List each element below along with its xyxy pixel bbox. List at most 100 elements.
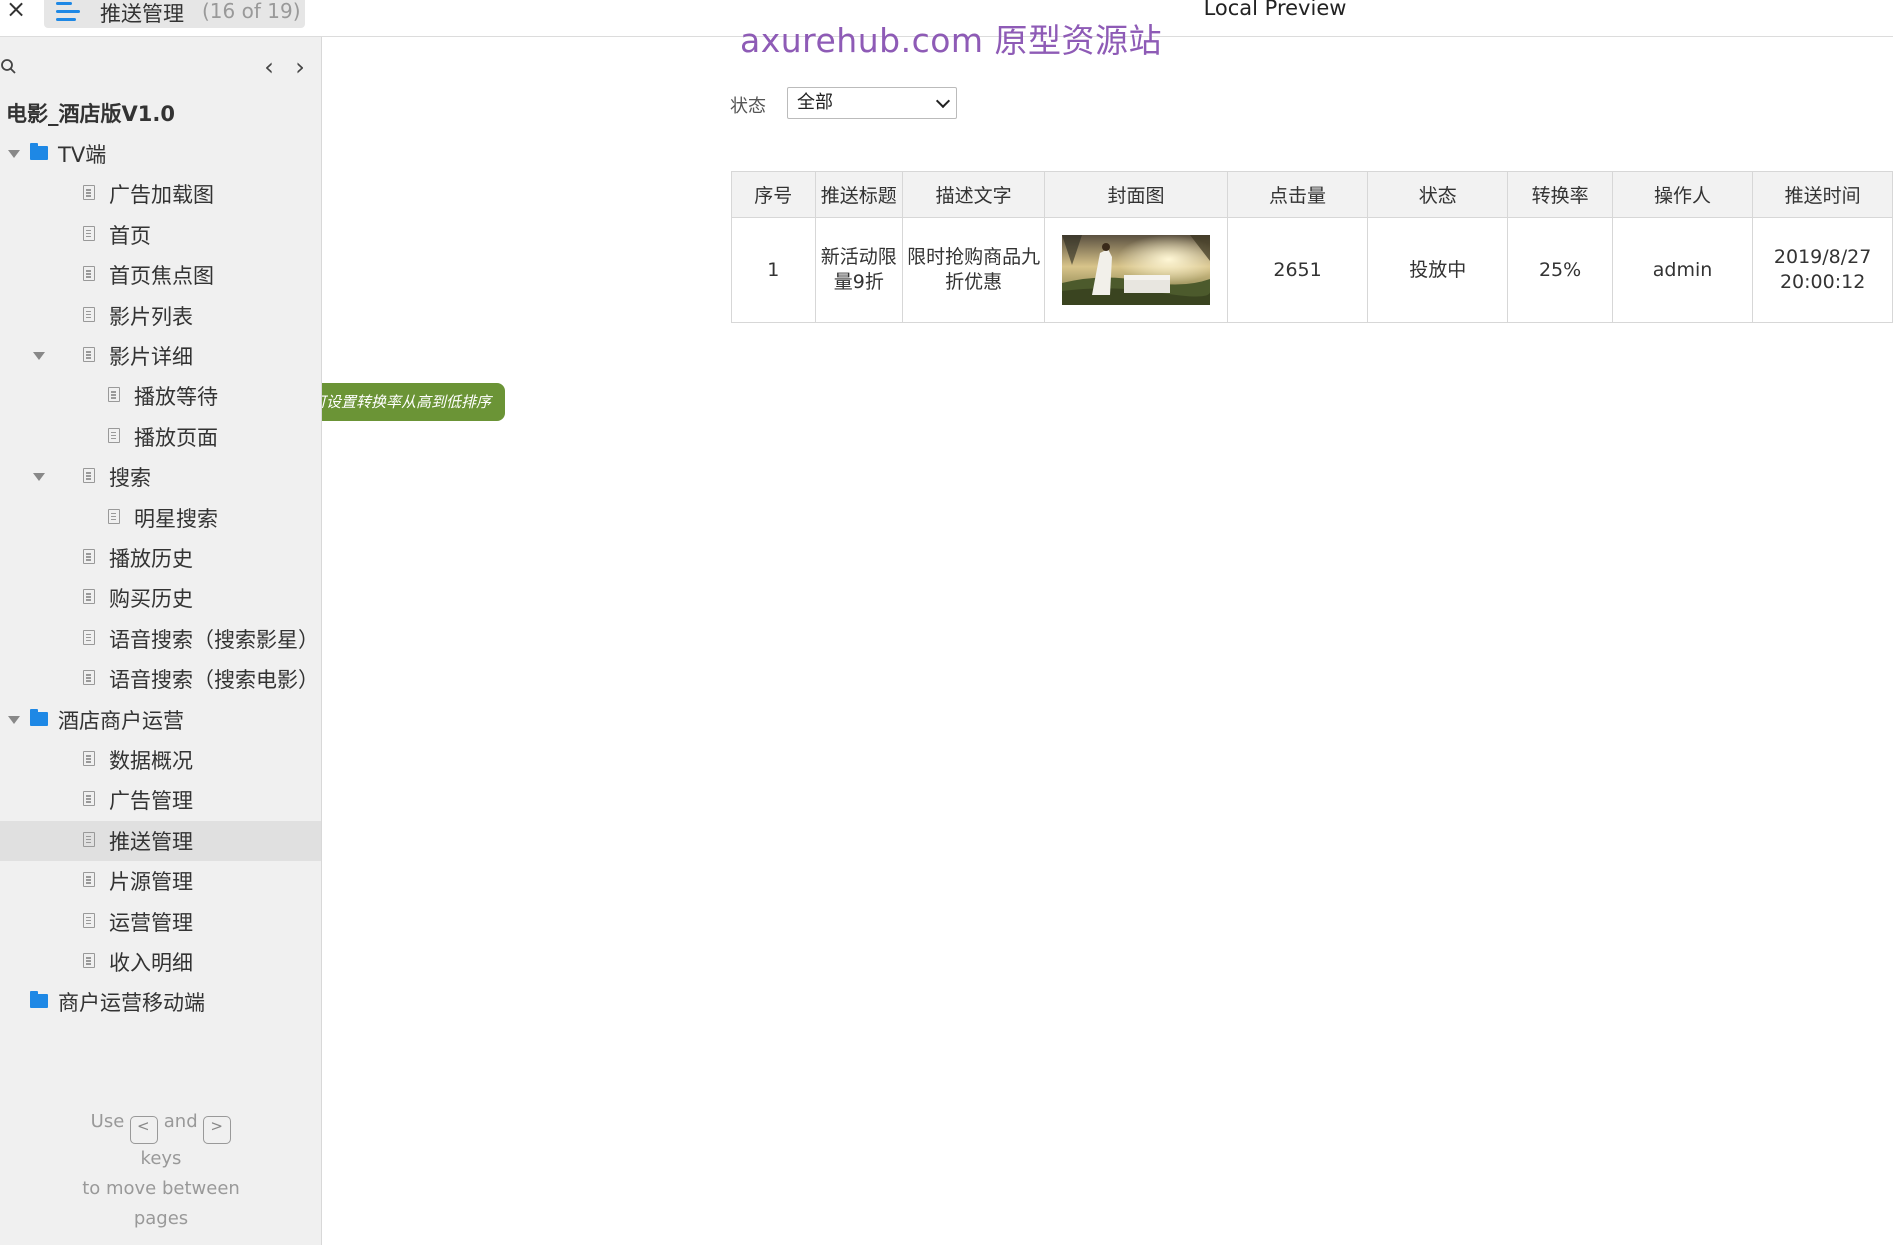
sidebar-item[interactable]: 商户运营移动端 [0, 982, 321, 1022]
sidebar-toolbar: ‹ › [0, 45, 322, 85]
page-icon [83, 912, 95, 928]
sidebar-item[interactable]: 片源管理 [0, 861, 321, 901]
sidebar-item[interactable]: 收入明细 [0, 942, 321, 982]
sidebar-item[interactable]: TV端 [0, 134, 321, 174]
sidebar-item-label: 片源管理 [109, 870, 193, 895]
cell-title-line2: 量9折 [833, 271, 884, 293]
page-icon [83, 791, 95, 807]
status-filter-label: 状态 [730, 96, 766, 117]
sidebar-item[interactable]: 推送管理 [0, 820, 321, 861]
sidebar-item-label: 语音搜索（搜索电影） [109, 668, 319, 693]
page-icon [83, 549, 95, 564]
page-icon [108, 387, 120, 403]
sidebar-item[interactable]: 运营管理 [0, 902, 321, 942]
page-icon [108, 427, 120, 443]
sidebar-item-label: 播放历史 [109, 547, 193, 571]
sidebar-item[interactable]: 播放等待 [0, 376, 321, 416]
sidebar-item[interactable]: 影片详细 [0, 336, 321, 376]
sidebar-item-label: 明星搜索 [134, 506, 218, 531]
sidebar-item[interactable]: 首页焦点图 [0, 255, 321, 295]
project-title: 电影_酒店版V1.0 [6, 102, 175, 126]
folder-icon [30, 143, 48, 160]
next-page-button[interactable]: › [289, 55, 311, 80]
sidebar-item-label: 广告管理 [109, 789, 193, 814]
sidebar-item[interactable]: 语音搜索（搜索影星） [0, 619, 321, 659]
sidebar-item[interactable]: 酒店商户运营 [0, 700, 321, 740]
page-icon [83, 347, 95, 362]
caret-down-icon[interactable] [33, 352, 45, 360]
caret-down-icon[interactable] [33, 473, 45, 482]
cell-index: 1 [731, 217, 816, 323]
header-conversion[interactable]: 转换率 [1507, 171, 1613, 218]
sidebar-item[interactable]: 播放页面 [0, 417, 321, 457]
sidebar-item[interactable]: 搜索 [0, 457, 321, 497]
current-page-name: 推送管理 [100, 2, 184, 26]
status-filter-select[interactable]: 全部 [787, 87, 957, 119]
page-count: (16 of 19) [202, 0, 301, 23]
prev-page-button[interactable]: ‹ [258, 55, 280, 80]
close-icon[interactable]: × [4, 0, 28, 24]
search-icon[interactable] [0, 58, 18, 76]
sidebar-item[interactable]: 广告加载图 [0, 174, 321, 214]
sidebar-item-label: 播放等待 [134, 385, 218, 410]
sidebar-item-label: 首页焦点图 [109, 264, 214, 289]
page-icon [83, 185, 95, 201]
page-icon [83, 872, 95, 888]
cell-description: 限时抢购商品九 折优惠 [902, 217, 1046, 323]
hint-use: Use [90, 1111, 125, 1132]
watermark: axurehub.com 原型资源站 [740, 14, 1162, 60]
page-icon [83, 831, 95, 847]
right-key-icon: > [203, 1116, 232, 1144]
cell-desc-line1: 限时抢购商品九 [907, 246, 1041, 268]
keyboard-hint: Use < and > keys to move between pages [0, 1107, 322, 1234]
sidebar-item[interactable]: 广告管理 [0, 780, 321, 820]
cover-image [1062, 235, 1210, 305]
status-filter-value: 全部 [797, 92, 833, 113]
header-clicks: 点击量 [1226, 171, 1369, 218]
header-title: 推送标题 [814, 171, 904, 218]
cell-cover [1044, 217, 1228, 323]
sidebar-item[interactable]: 播放历史 [0, 538, 321, 578]
annotation-text: 可设置转换率从高到低排序 [322, 393, 491, 411]
preview-title: Local Preview [1203, 0, 1347, 20]
header-time: 推送时间 [1752, 171, 1893, 218]
hint-keys: keys [140, 1148, 182, 1169]
annotation-tag: 可设置转换率从高到低排序 [322, 383, 505, 421]
cell-time-line2: 20:00:12 [1779, 271, 1866, 293]
sidebar-item[interactable]: 首页 [0, 215, 321, 255]
watermark-text: axurehub.com 原型资源站 [740, 21, 1163, 60]
sidebar-item-label: 首页 [109, 223, 151, 248]
sidebar-item-label: 语音搜索（搜索影星） [109, 627, 319, 652]
cell-title-line1: 新活动限 [820, 246, 897, 268]
table-header-row: 序号 推送标题 描述文字 封面图 点击量 状态 转换率 操作人 推送时间 [731, 171, 1893, 218]
page-icon [108, 508, 120, 524]
caret-down-icon[interactable] [8, 715, 20, 724]
chevron-down-icon [935, 93, 951, 109]
sidebar-item[interactable]: 语音搜索（搜索电影） [0, 659, 321, 699]
caret-down-icon[interactable] [8, 150, 20, 158]
cell-conversion: 25% [1507, 217, 1613, 323]
sidebar-item-label: 播放页面 [134, 425, 218, 450]
sidebar-item[interactable]: 购买历史 [0, 578, 321, 618]
cell-time: 2019/8/27 20:00:12 [1752, 217, 1893, 323]
cell-operator: admin [1611, 217, 1754, 323]
header-cover: 封面图 [1044, 171, 1228, 218]
page-selector[interactable]: 推送管理 (16 of 19) [44, 0, 305, 28]
page-icon [83, 306, 95, 322]
left-key-icon: < [130, 1116, 159, 1144]
menu-icon [56, 2, 80, 22]
sidebar-item-label: 广告加载图 [109, 183, 214, 208]
table-row: 1 新活动限 量9折 限时抢购商品九 折优惠 2651 投放中 25% admi… [731, 217, 1893, 323]
hint-and: and [163, 1111, 198, 1132]
header-description: 描述文字 [902, 171, 1046, 218]
sidebar-item[interactable]: 明星搜索 [0, 498, 321, 538]
sidebar: ‹ › 电影_酒店版V1.0 TV端 广告加载图首页首页焦点图影片列表影片详细播放… [0, 37, 322, 1245]
sidebar-item-label: 影片详细 [109, 345, 193, 369]
header-index: 序号 [731, 171, 816, 218]
sidebar-item-label: 收入明细 [109, 951, 193, 975]
cell-clicks: 2651 [1226, 217, 1369, 323]
sidebar-item[interactable]: 数据概况 [0, 740, 321, 780]
sidebar-item-label: TV端 [58, 143, 107, 167]
page-icon [83, 751, 95, 766]
sidebar-item[interactable]: 影片列表 [0, 296, 321, 336]
